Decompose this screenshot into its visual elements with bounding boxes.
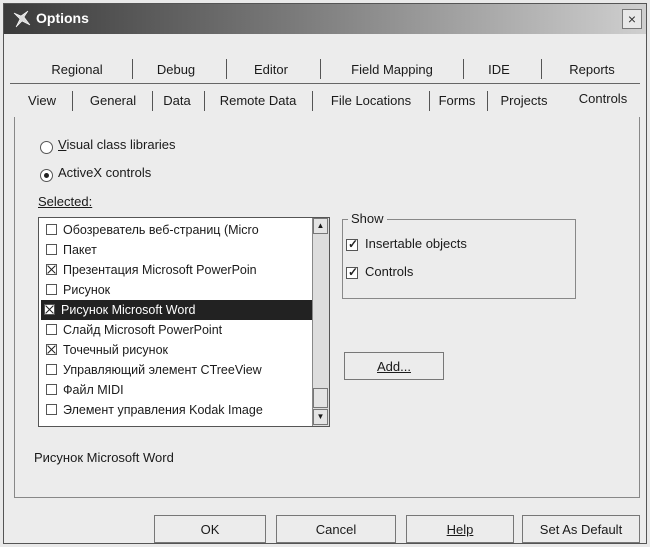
tab-divider <box>204 91 205 111</box>
app-icon <box>13 10 31 28</box>
list-item[interactable]: Пакет <box>43 240 313 260</box>
insertable-objects-label: Insertable objects <box>365 236 467 251</box>
list-item-checkbox[interactable] <box>46 224 57 236</box>
tab-divider <box>312 91 313 111</box>
close-icon: × <box>627 11 637 27</box>
window-title: Options <box>36 10 89 26</box>
controls-label: Controls <box>365 264 414 279</box>
list-item-checkbox[interactable] <box>46 384 57 396</box>
tab-projects[interactable]: Projects <box>492 90 556 112</box>
scroll-thumb[interactable] <box>313 388 328 408</box>
list-item-checkbox[interactable] <box>46 284 57 296</box>
list-item-checkbox[interactable] <box>46 364 57 376</box>
tab-debug[interactable]: Debug <box>144 59 208 81</box>
tab-forms[interactable]: Forms <box>432 90 482 112</box>
list-item[interactable]: Точечный рисунок <box>43 340 313 360</box>
list-item[interactable]: Рисунок <box>43 280 313 300</box>
list-item-selected[interactable]: Рисунок Microsoft Word <box>41 300 313 320</box>
tab-controls[interactable]: Controls <box>568 88 638 110</box>
radio-label-activex-controls: ActiveX controls <box>58 165 152 180</box>
tab-regional[interactable]: Regional <box>42 59 112 81</box>
tab-divider <box>72 91 73 111</box>
controls-listbox[interactable]: Обозреватель веб-страниц (Micro Пакет Пр… <box>38 217 330 427</box>
list-scrollbar[interactable]: ▲ ▼ <box>312 218 329 426</box>
scroll-down-button[interactable]: ▼ <box>313 409 328 425</box>
tab-divider <box>226 59 227 79</box>
show-group-title: Show <box>348 211 387 226</box>
tab-divider <box>463 59 464 79</box>
options-dialog: Options × Regional Debug Editor Field Ma… <box>3 3 647 544</box>
list-item-checkbox[interactable] <box>46 324 57 336</box>
status-text: Рисунок Microsoft Word <box>34 450 174 465</box>
radio-activex-controls[interactable] <box>40 169 53 182</box>
ok-button[interactable]: OK <box>154 515 266 543</box>
close-button[interactable]: × <box>622 9 642 29</box>
tab-field-mapping[interactable]: Field Mapping <box>332 59 452 81</box>
show-groupbox <box>342 219 576 299</box>
tab-file-locations[interactable]: File Locations <box>317 90 425 112</box>
tab-divider <box>487 91 488 111</box>
tab-view[interactable]: View <box>16 90 68 112</box>
set-as-default-button[interactable]: Set As Default <box>522 515 640 543</box>
tab-remote-data[interactable]: Remote Data <box>210 90 306 112</box>
list-item-checkbox[interactable] <box>46 244 57 256</box>
tab-reports[interactable]: Reports <box>552 59 632 81</box>
tab-row-divider <box>10 83 640 84</box>
tab-general[interactable]: General <box>78 90 148 112</box>
list-item-checkbox[interactable] <box>44 304 55 316</box>
list-item[interactable]: Обозреватель веб-страниц (Micro <box>43 220 313 240</box>
tab-divider <box>152 91 153 111</box>
cancel-button[interactable]: Cancel <box>276 515 396 543</box>
list-item-checkbox[interactable] <box>46 264 57 276</box>
tab-editor[interactable]: Editor <box>236 59 306 81</box>
list-item[interactable]: Элемент управления Kodak Image <box>43 400 313 420</box>
list-item[interactable]: Слайд Microsoft PowerPoint <box>43 320 313 340</box>
list-item-checkbox[interactable] <box>46 404 57 416</box>
arrow-down-icon: ▼ <box>316 412 325 421</box>
tab-data[interactable]: Data <box>156 90 198 112</box>
arrow-up-icon: ▲ <box>316 221 325 230</box>
tab-ide[interactable]: IDE <box>474 59 524 81</box>
list-item[interactable]: Презентация Microsoft PowerPoin <box>43 260 313 280</box>
title-bar: Options × <box>4 4 646 34</box>
add-button[interactable]: Add... <box>344 352 444 380</box>
scroll-up-button[interactable]: ▲ <box>313 218 328 234</box>
controls-checkbox[interactable] <box>346 265 358 279</box>
tab-divider <box>429 91 430 111</box>
tab-divider <box>132 59 133 79</box>
insertable-objects-checkbox[interactable] <box>346 237 358 251</box>
help-button[interactable]: Help <box>406 515 514 543</box>
radio-label-visual-class-libraries: Visual class libraries <box>58 137 176 152</box>
tab-divider <box>541 59 542 79</box>
list-item[interactable]: Файл MIDI <box>43 380 313 400</box>
list-item-checkbox[interactable] <box>46 344 57 356</box>
radio-visual-class-libraries[interactable] <box>40 141 53 154</box>
list-item[interactable]: Управляющий элемент CTreeView <box>43 360 313 380</box>
tab-divider <box>320 59 321 79</box>
selected-label: Selected: <box>38 194 93 209</box>
